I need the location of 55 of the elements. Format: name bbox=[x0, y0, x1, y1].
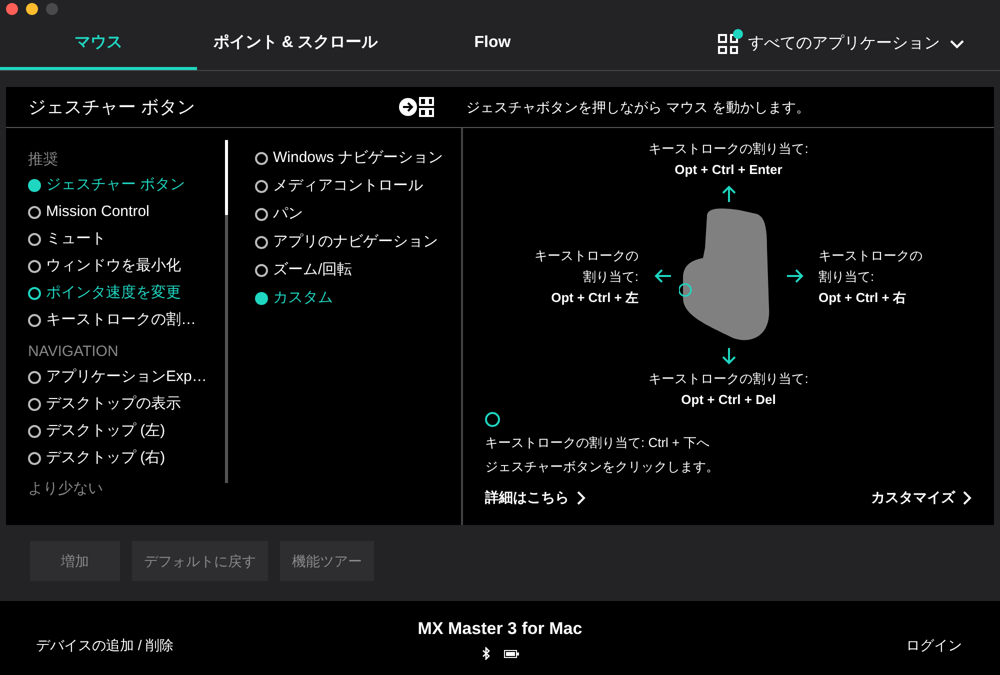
direction-label: 割り当て: bbox=[582, 268, 638, 286]
click-action-text: キーストロークの割り当て: Ctrl + 下へ bbox=[485, 434, 710, 452]
keystroke-text: Opt + Ctrl + Del bbox=[681, 391, 776, 409]
action-option[interactable]: デスクトップの表示 bbox=[28, 391, 225, 418]
gesture-mode-option[interactable]: アプリのナビゲーション bbox=[255, 228, 461, 256]
chevron-right-icon bbox=[577, 490, 586, 504]
login-link[interactable]: ログイン bbox=[664, 634, 964, 656]
direction-label: キーストロークの bbox=[534, 246, 638, 264]
gesture-button-icon bbox=[398, 96, 434, 118]
click-action-text: ジェスチャーボタンをクリックします。 bbox=[485, 458, 720, 476]
keystroke-text: Opt + Ctrl + Enter bbox=[674, 161, 782, 179]
action-option[interactable]: キーストロークの割… bbox=[28, 307, 225, 334]
tab[interactable]: ポイント & スクロール bbox=[197, 18, 394, 70]
panel-title: ジェスチャー ボタン bbox=[28, 96, 196, 118]
chevron-right-icon bbox=[963, 490, 972, 504]
tab[interactable]: Flow bbox=[394, 18, 591, 70]
action-option[interactable]: Mission Control bbox=[28, 199, 225, 226]
gesture-mode-option[interactable]: ズーム/回転 bbox=[255, 256, 461, 284]
scrollbar-thumb[interactable] bbox=[225, 140, 228, 215]
minimize-window-icon[interactable] bbox=[26, 3, 38, 15]
direction-label: キーストロークの割り当て: bbox=[648, 370, 808, 388]
direction-label: キーストロークの割り当て: bbox=[648, 140, 808, 158]
action-option[interactable]: ポインタ速度を変更 bbox=[28, 280, 225, 307]
action-option[interactable]: デスクトップ (右) bbox=[28, 445, 225, 472]
action-option[interactable]: アプリケーションExp… bbox=[28, 364, 225, 391]
group-heading: NAVIGATION bbox=[28, 342, 120, 362]
close-window-icon[interactable] bbox=[6, 3, 18, 15]
device-name: MX Master 3 for Mac bbox=[418, 618, 582, 640]
direction-label: 割り当て: bbox=[818, 268, 874, 286]
action-option[interactable]: デスクトップ (左) bbox=[28, 418, 225, 445]
battery-icon bbox=[504, 650, 518, 658]
action-button[interactable]: 増加 bbox=[30, 541, 120, 581]
action-option[interactable]: ウィンドウを最小化 bbox=[28, 253, 225, 280]
action-option[interactable]: ミュート bbox=[28, 226, 225, 253]
action-button[interactable]: デフォルトに戻す bbox=[132, 541, 268, 581]
app-selector[interactable]: すべてのアプリケーション bbox=[718, 18, 1000, 70]
show-less-link[interactable]: より少ない bbox=[28, 478, 225, 500]
group-heading: 推奨 bbox=[28, 150, 59, 170]
customize-link[interactable]: カスタマイズ bbox=[871, 487, 972, 508]
click-marker-icon bbox=[485, 412, 500, 427]
action-option[interactable]: ジェスチャー ボタン bbox=[28, 172, 225, 199]
action-button[interactable]: 機能ツアー bbox=[280, 541, 374, 581]
keystroke-text: Opt + Ctrl + 右 bbox=[818, 288, 906, 307]
panel-hint: ジェスチャボタンを押しながら マウス を動かします。 bbox=[465, 98, 810, 116]
chevron-down-icon bbox=[950, 39, 964, 49]
gesture-mode-option[interactable]: パン bbox=[255, 200, 461, 228]
details-link[interactable]: 詳細はこちら bbox=[485, 487, 586, 508]
gesture-mode-option[interactable]: カスタム bbox=[255, 284, 461, 312]
gesture-mode-option[interactable]: メディアコントロール bbox=[255, 172, 461, 200]
add-remove-devices-link[interactable]: デバイスの追加 / 削除 bbox=[36, 634, 336, 656]
keystroke-text: Opt + Ctrl + 左 bbox=[551, 288, 638, 307]
gesture-mode-option[interactable]: Windows ナビゲーション bbox=[255, 144, 461, 172]
tab[interactable]: マウス bbox=[0, 18, 197, 70]
bluetooth-icon bbox=[482, 647, 490, 660]
direction-label: キーストロークの bbox=[818, 246, 922, 264]
